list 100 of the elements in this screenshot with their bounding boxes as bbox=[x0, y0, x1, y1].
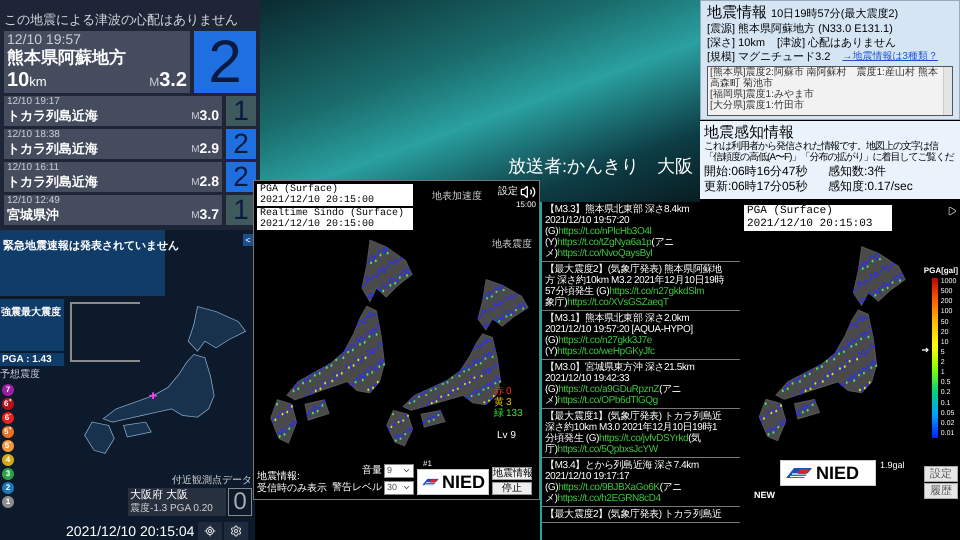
latest-quake-card[interactable]: 12/10 19:57 熊本県阿蘇地方 10km M3.2 bbox=[4, 31, 190, 93]
magnitude-value: 3.7 bbox=[200, 206, 219, 223]
sensing-description: 「信頼度の高低(A〜F)」「分布の拡がり」に着目してご覧くだ bbox=[704, 152, 955, 163]
broadcaster-text: 放送者:かんきり 大阪 bbox=[508, 155, 694, 178]
action-button[interactable]: 地震情報 bbox=[492, 467, 532, 480]
quake-history-item[interactable]: 12/10 18:38 トカラ列島近海 M2.9 bbox=[4, 129, 222, 159]
sensing-stat: 開始:06時16分47秒 bbox=[704, 164, 808, 179]
channel-text: #1 bbox=[422, 459, 432, 469]
intensity-badge: 1 bbox=[226, 195, 256, 225]
logo-stripes-icon bbox=[784, 465, 814, 481]
quake-time: 12/10 16:11 bbox=[7, 162, 60, 173]
count-label: 緑 bbox=[494, 408, 504, 419]
notice-text: 受信時のみ表示 bbox=[257, 483, 328, 495]
field-value: 熊本県阿蘇地方 (N33.0 E131.1) bbox=[738, 22, 893, 36]
tweet-link[interactable]: https://t.co/weHpGKyJfc bbox=[557, 346, 655, 357]
tweet-link[interactable]: https://t.co/NvoQaysByl bbox=[558, 248, 652, 259]
scale-title: PGA[gal] bbox=[924, 266, 958, 276]
magnitude-prefix: M bbox=[191, 110, 200, 124]
magnitude-value: 2.8 bbox=[200, 173, 219, 190]
play-icon[interactable] bbox=[947, 206, 957, 216]
tweet-text: (G) bbox=[545, 482, 558, 493]
tweet-link[interactable]: https://t.co/XVsGSZaeqT bbox=[567, 297, 669, 308]
clock-text: 15:00 bbox=[516, 200, 536, 210]
tweet-link[interactable]: https://t.co/n27gkkdSlm bbox=[609, 286, 704, 297]
pga-reading: 1.9gal bbox=[880, 459, 905, 472]
tweet-text: メ) bbox=[545, 395, 558, 406]
tweet-text: 2021/12/10 19:42:33 bbox=[545, 373, 630, 384]
tweet-text: 象庁) bbox=[545, 297, 568, 308]
settings-button[interactable]: 設定 bbox=[498, 187, 518, 197]
sensing-description: これは利用者から発信された情報です。地図上の文字は信 bbox=[704, 141, 940, 152]
logo-text: NIED bbox=[816, 464, 860, 482]
details-line: [福岡県]震度1:みやま市 bbox=[710, 89, 815, 100]
quake-place: トカラ列島近海 bbox=[7, 173, 98, 190]
tweet-text: 2021/12/10 19:57:20 [AQUA-HYPO] bbox=[545, 324, 693, 335]
info-link[interactable]: →地震情報は3種類？ bbox=[842, 50, 938, 64]
sensing-stat: 感知数:3件 bbox=[828, 164, 888, 179]
tweet-link[interactable]: https://t.co/a9GDuRpznZ bbox=[558, 384, 660, 395]
station-name: 大阪府 大阪 bbox=[130, 488, 190, 502]
tweet-text: 【M3.0】宮城県東方沖 深さ21.5km bbox=[545, 362, 694, 373]
tweet-link[interactable]: https://t.co/nPlcHb3O4l bbox=[558, 226, 652, 237]
field-label: [深さ] bbox=[707, 36, 736, 50]
notice-text: 地震情報: bbox=[257, 471, 301, 482]
tweet-text: 分頃発生 (G) bbox=[545, 433, 600, 444]
quake-place: 宮城県沖 bbox=[7, 206, 59, 223]
quake-place: トカラ列島近海 bbox=[7, 140, 98, 157]
tweet-text: 【M3.4】とから列島近海 深さ7.4km bbox=[545, 460, 699, 471]
tweet-link[interactable]: https://t.co/5QpbxsJcYW bbox=[558, 444, 658, 455]
details-line: [熊本県]震度2:阿蘇市 南阿蘇村 震度1:産山村 熊本高森町 菊池市 bbox=[710, 67, 939, 89]
crosshair-icon bbox=[204, 525, 216, 537]
intensity-badge: 2 bbox=[194, 31, 256, 93]
tweet-text: (気 bbox=[688, 433, 701, 444]
field-value: マグニチュード3.2 bbox=[738, 50, 830, 64]
map-label: 地表加速度 bbox=[432, 190, 482, 204]
count-label: 黄 bbox=[494, 397, 504, 408]
tweet-text: (G) bbox=[545, 384, 558, 395]
magnitude-prefix: M bbox=[191, 143, 200, 157]
volume-select[interactable]: 9 bbox=[384, 464, 414, 478]
tweet-link[interactable]: https://t.co/9BJBXaGo6K bbox=[558, 482, 660, 493]
field-value: 10km bbox=[738, 36, 766, 50]
sensing-stat: 更新:06時17分05秒 bbox=[704, 179, 808, 194]
locate-button[interactable] bbox=[198, 522, 222, 540]
tweet-link[interactable]: https://t.co/h2EGRN8cD4 bbox=[558, 493, 661, 504]
level-text: Lv 9 bbox=[497, 429, 516, 443]
tweet-text: (アニ bbox=[660, 482, 682, 493]
quake-info-subtitle: 10日19時57分(最大震度2) bbox=[771, 7, 898, 22]
tsunami-message: この地震による津波の心配はありません bbox=[4, 12, 239, 28]
count-value: 0 bbox=[506, 386, 512, 397]
side-button[interactable]: 設定 bbox=[924, 466, 958, 482]
station-reading: 震度-1.3 PGA 0.20 bbox=[130, 502, 214, 515]
station-intensity-badge: 0 bbox=[228, 488, 252, 516]
quake-history-item[interactable]: 12/10 12:49 宮城県沖 M3.7 bbox=[4, 195, 222, 225]
settings-icon bbox=[230, 525, 242, 537]
map-time: 2021/12/10 20:15:00 bbox=[260, 219, 376, 230]
eew-status-text: 緊急地震速報は発表されていません bbox=[3, 240, 179, 252]
intensity-badge: 2 bbox=[226, 129, 256, 159]
details-line: [大分県]震度1:竹田市 bbox=[710, 100, 805, 111]
tweet-text: (Y) bbox=[545, 237, 558, 248]
warning-level-select[interactable]: 30 bbox=[384, 480, 414, 494]
tweet-link[interactable]: https://t.co/tZgNya6a1p bbox=[557, 237, 652, 248]
quake-history-item[interactable]: 12/10 19:17 トカラ列島近海 M3.0 bbox=[4, 96, 222, 126]
volume-label: 音量 bbox=[362, 464, 382, 478]
settings-button[interactable] bbox=[224, 522, 248, 540]
count-label: 赤 bbox=[494, 386, 504, 397]
tweet-link[interactable]: https://t.co/jvfvDSYrkd bbox=[599, 433, 688, 444]
side-button[interactable]: 履歴 bbox=[924, 483, 958, 499]
new-label: NEW bbox=[754, 488, 775, 502]
tweet-text: (アニ bbox=[651, 237, 674, 248]
collapse-button[interactable]: < bbox=[243, 234, 253, 246]
logo-text: NIED bbox=[442, 473, 485, 491]
quake-place: トカラ列島近海 bbox=[7, 107, 98, 124]
tweet-link[interactable]: https://t.co/OPb6dTlGQg bbox=[558, 395, 658, 406]
tweet-text: 2021/12/10 19:57:20 bbox=[545, 215, 630, 226]
map-title: PGA (Surface) bbox=[747, 205, 834, 218]
intensity-badge: 2 bbox=[226, 162, 256, 192]
quake-history-item[interactable]: 12/10 16:11 トカラ列島近海 M2.8 bbox=[4, 162, 222, 192]
map-title: PGA (Surface) bbox=[260, 184, 340, 195]
speaker-icon[interactable] bbox=[520, 184, 536, 200]
tweet-link[interactable]: https://t.co/n27gkk3J7e bbox=[558, 335, 652, 346]
map-time: 2021/12/10 20:15:00 bbox=[260, 195, 376, 206]
action-button[interactable]: 停止 bbox=[492, 482, 532, 495]
